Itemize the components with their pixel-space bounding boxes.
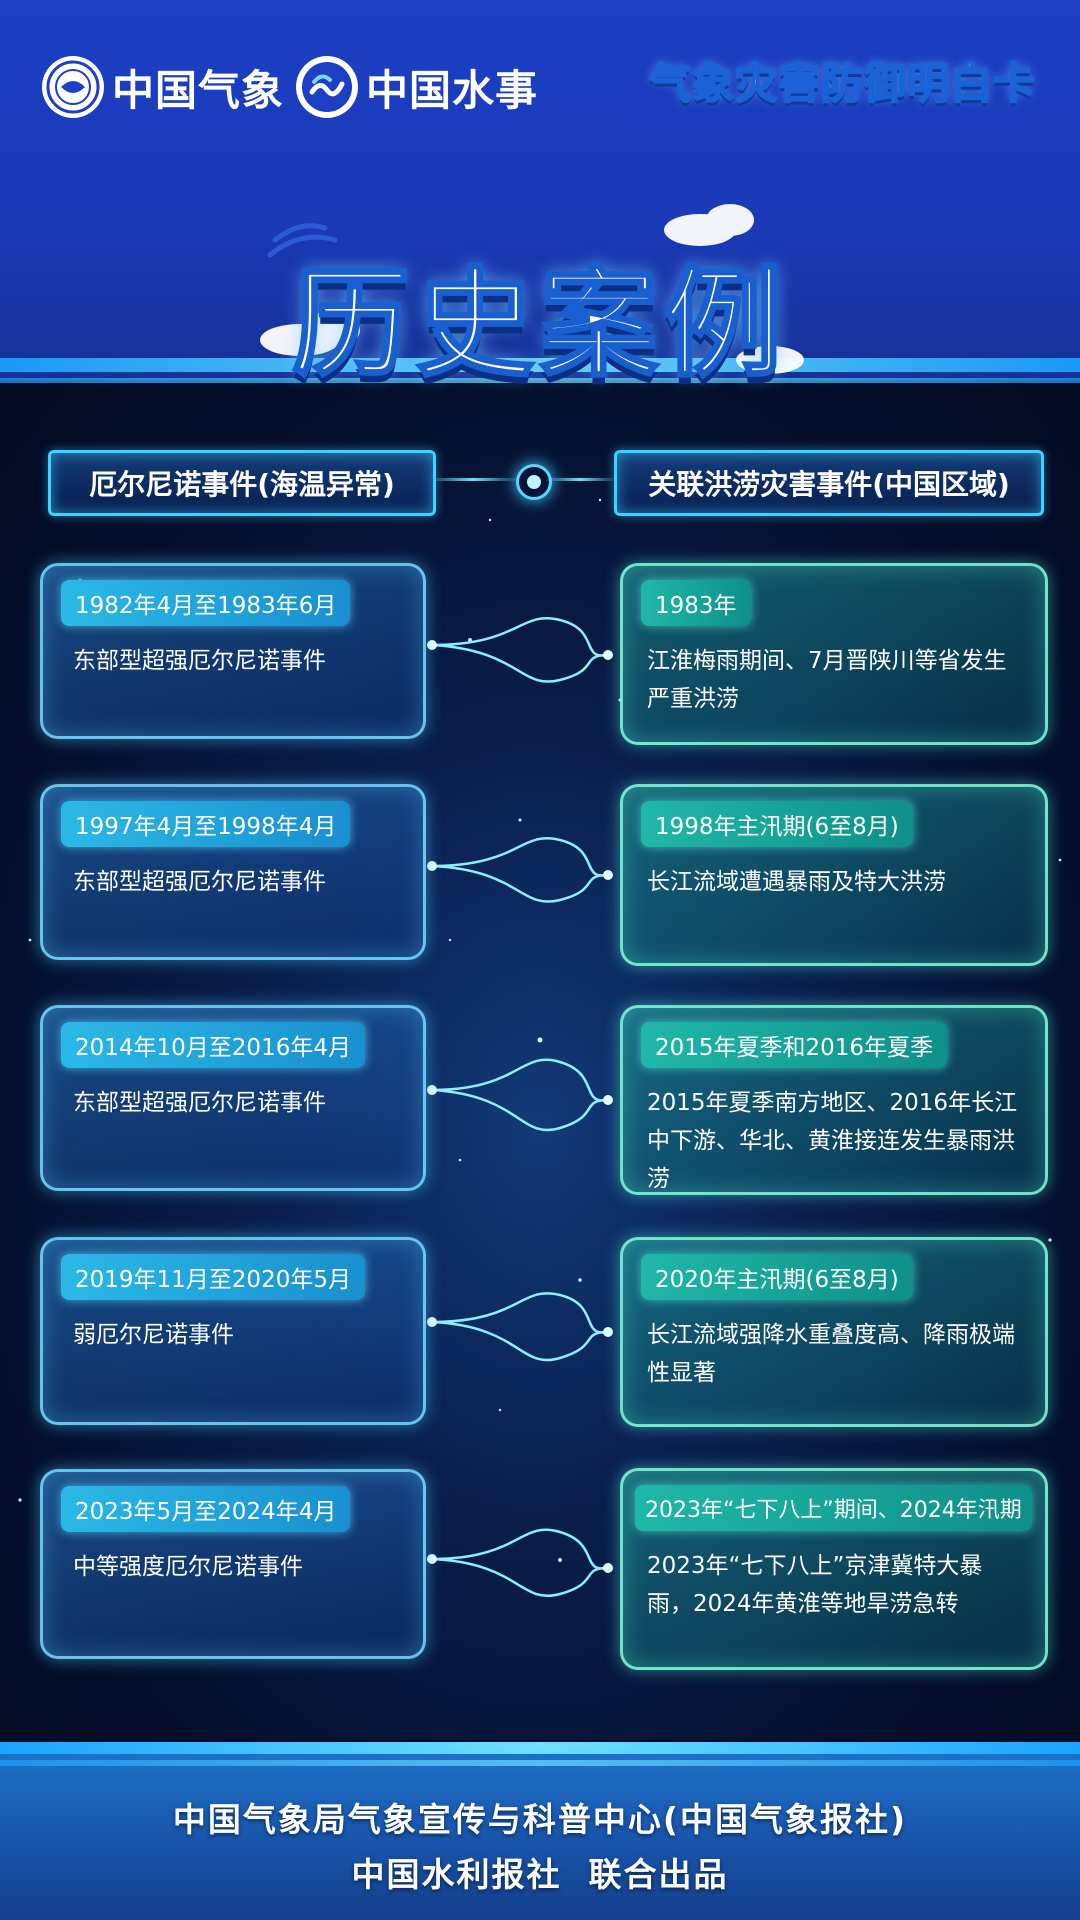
el-nino-desc-5: 中等强度厄尔尼诺事件	[73, 1554, 303, 1580]
flood-period-2: 1998年主汛期(6至8月)	[641, 801, 913, 847]
flood-desc-3: 2015年夏季南方地区、2016年长江中下游、华北、黄淮接连发生暴雨洪涝	[647, 1090, 1018, 1192]
flood-card-5: 2023年“七下八上”期间、2024年汛期 2023年“七下八上”京津冀特大暴雨…	[620, 1468, 1048, 1670]
el-nino-desc-2: 东部型超强厄尔尼诺事件	[73, 869, 326, 895]
flood-card-1: 1983年 江淮梅雨期间、7月晋陕川等省发生严重洪涝	[620, 563, 1048, 745]
flood-desc-4: 长江流域强降水重叠度高、降雨极端性显著	[647, 1322, 1015, 1386]
header-center-node	[516, 464, 552, 500]
flood-card-3: 2015年夏季和2016年夏季 2015年夏季南方地区、2016年长江中下游、华…	[620, 1005, 1048, 1195]
card-title: 气象灾害防御明白卡	[648, 58, 1036, 109]
footer-producer-1: 中国气象局气象宣传与科普中心(中国气象报社)	[172, 1800, 908, 1839]
column-header-el-nino: 厄尔尼诺事件(海温异常)	[48, 450, 436, 516]
el-nino-card-4: 2019年11月至2020年5月 弱厄尔尼诺事件	[40, 1237, 426, 1425]
header-connector-right	[546, 478, 614, 481]
flood-card-2: 1998年主汛期(6至8月) 长江流域遭遇暴雨及特大洪涝	[620, 784, 1048, 966]
logo-water: 中国水事	[296, 52, 538, 122]
header-connector-left	[430, 478, 516, 481]
el-nino-card-3: 2014年10月至2016年4月 东部型超强厄尔尼诺事件	[40, 1005, 426, 1191]
cma-logo-icon	[42, 56, 104, 118]
el-nino-period-2: 1997年4月至1998年4月	[61, 801, 351, 847]
flood-desc-1: 江淮梅雨期间、7月晋陕川等省发生严重洪涝	[647, 648, 1007, 712]
flood-period-3: 2015年夏季和2016年夏季	[641, 1022, 948, 1068]
el-nino-desc-3: 东部型超强厄尔尼诺事件	[73, 1090, 326, 1116]
el-nino-period-4: 2019年11月至2020年5月	[61, 1254, 365, 1300]
el-nino-period-1: 1982年4月至1983年6月	[61, 580, 351, 626]
column-header-flood: 关联洪涝灾害事件(中国区域)	[614, 450, 1044, 516]
flood-desc-2: 长江流域遭遇暴雨及特大洪涝	[647, 869, 946, 895]
flood-period-4: 2020年主汛期(6至8月)	[641, 1254, 913, 1300]
el-nino-period-5: 2023年5月至2024年4月	[61, 1486, 351, 1532]
bottom-glow-band	[0, 1742, 1080, 1754]
flood-desc-5: 2023年“七下八上”京津冀特大暴雨，2024年黄淮等地旱涝急转	[647, 1553, 983, 1617]
page-title: 历史案例	[290, 254, 788, 395]
bottom-glow-band-thin	[0, 1760, 1080, 1766]
el-nino-desc-1: 东部型超强厄尔尼诺事件	[73, 648, 326, 674]
logo-cma-text: 中国气象	[112, 65, 285, 115]
water-logo-icon	[296, 56, 358, 118]
el-nino-period-3: 2014年10月至2016年4月	[61, 1022, 365, 1068]
flood-card-4: 2020年主汛期(6至8月) 长江流域强降水重叠度高、降雨极端性显著	[620, 1237, 1048, 1427]
logo-water-text: 中国水事	[366, 65, 539, 115]
el-nino-desc-4: 弱厄尔尼诺事件	[73, 1322, 234, 1348]
footer-producer-2: 中国水利报社 联合出品	[351, 1855, 729, 1894]
flood-period-1: 1983年	[641, 580, 751, 626]
el-nino-card-1: 1982年4月至1983年6月 东部型超强厄尔尼诺事件	[40, 563, 426, 739]
flood-period-5: 2023年“七下八上”期间、2024年汛期	[635, 1485, 1032, 1531]
el-nino-card-5: 2023年5月至2024年4月 中等强度厄尔尼诺事件	[40, 1469, 426, 1659]
logo-cma: 中国气象	[42, 52, 284, 122]
el-nino-card-2: 1997年4月至1998年4月 东部型超强厄尔尼诺事件	[40, 784, 426, 960]
